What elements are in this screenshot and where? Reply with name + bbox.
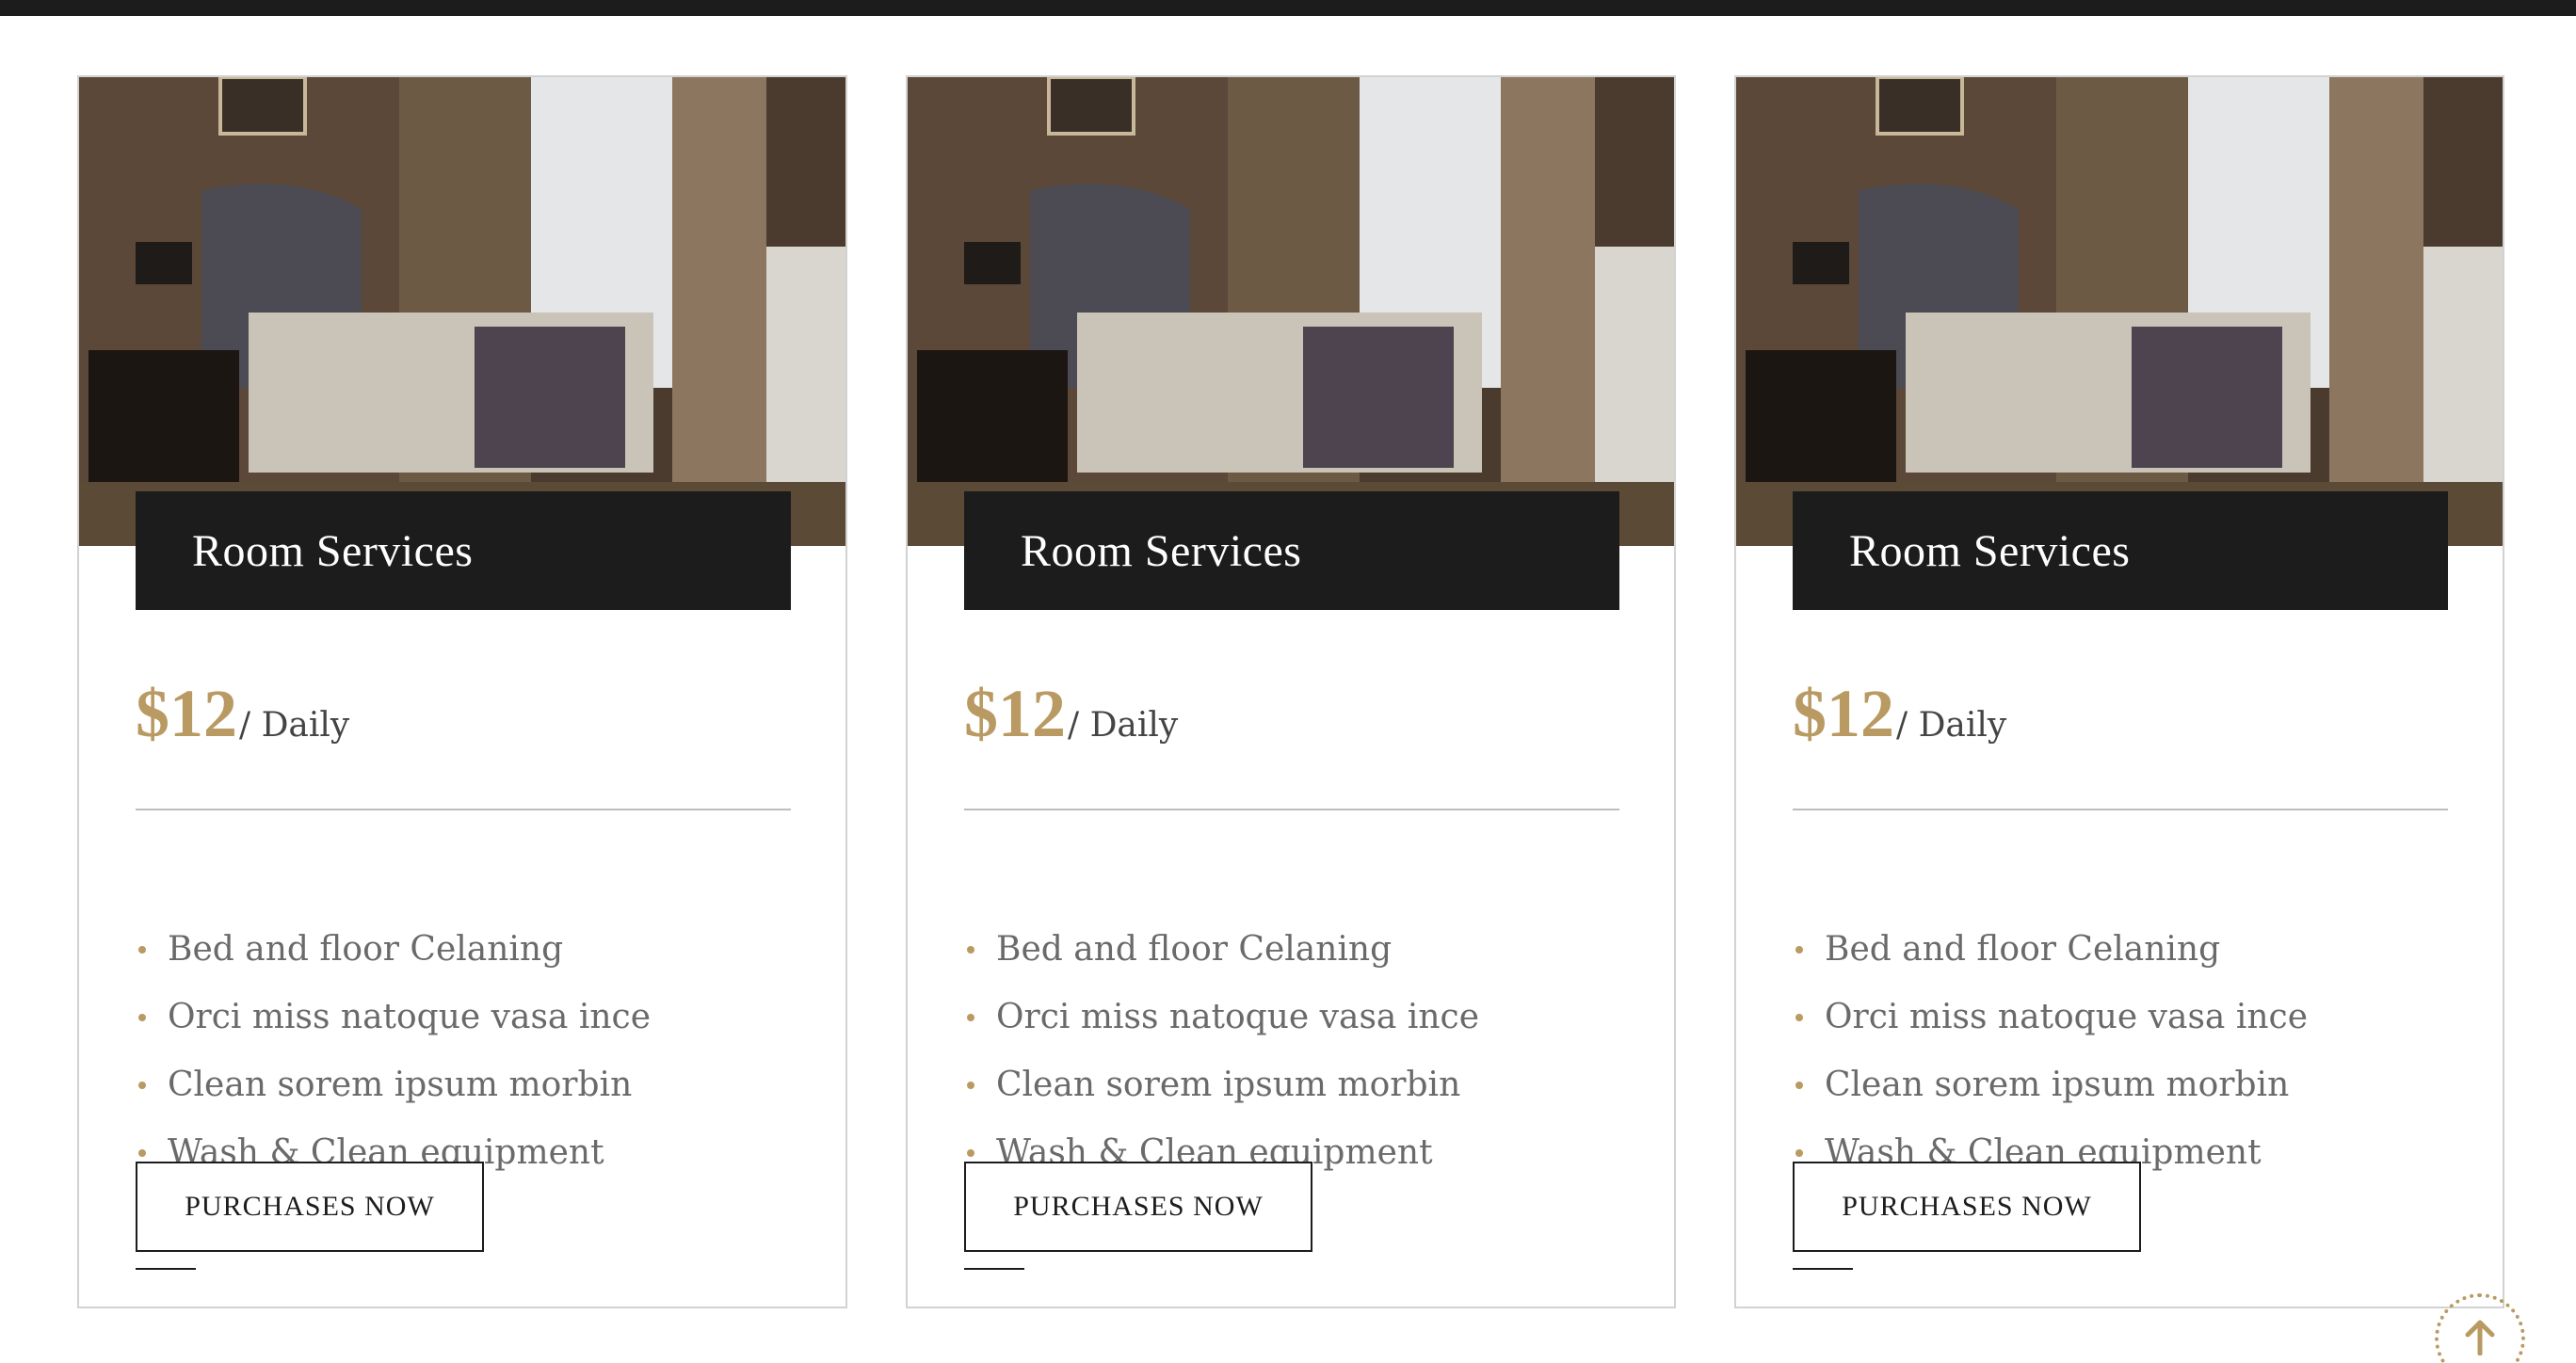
price-period: / Daily: [239, 706, 350, 745]
purchase-button[interactable]: PURCHASES NOW: [136, 1162, 484, 1252]
bullet-icon: [1795, 946, 1803, 954]
price-period: / Daily: [1896, 706, 2007, 745]
pricing-card: Room Services $12 / Daily Bed and floor …: [1734, 75, 2504, 1308]
list-item: Orci miss natoque vasa ince: [136, 983, 651, 1050]
arrow-up-icon: [2465, 1320, 2495, 1355]
feature-text: Clean sorem ipsum morbin: [996, 1065, 1461, 1104]
bullet-icon: [967, 1082, 974, 1089]
card-title: Room Services: [1849, 525, 2131, 576]
button-underline: [136, 1268, 196, 1270]
price-period: / Daily: [1068, 706, 1179, 745]
pricing-card: Room Services $12 / Daily Bed and floor …: [77, 75, 847, 1308]
room-image: [79, 77, 845, 546]
list-item: Orci miss natoque vasa ince: [1793, 983, 2308, 1050]
feature-text: Bed and floor Celaning: [1825, 929, 2221, 969]
feature-text: Clean sorem ipsum morbin: [1825, 1065, 2290, 1104]
bullet-icon: [138, 946, 146, 954]
bullet-icon: [967, 1149, 974, 1157]
feature-text: Orci miss natoque vasa ince: [168, 997, 651, 1036]
bullet-icon: [967, 1014, 974, 1021]
bullet-icon: [1795, 1149, 1803, 1157]
card-title-banner: Room Services: [964, 491, 1619, 610]
price-amount: $12: [136, 676, 237, 751]
bullet-icon: [138, 1082, 146, 1089]
divider: [136, 809, 791, 810]
feature-list: Bed and floor Celaning Orci miss natoque…: [964, 915, 1479, 1186]
price-amount: $12: [964, 676, 1066, 751]
divider: [1793, 809, 2448, 810]
card-title: Room Services: [192, 525, 474, 576]
feature-text: Orci miss natoque vasa ince: [996, 997, 1479, 1036]
list-item: Clean sorem ipsum morbin: [1793, 1050, 2308, 1118]
card-title: Room Services: [1021, 525, 1302, 576]
feature-text: Bed and floor Celaning: [168, 929, 564, 969]
list-item: Bed and floor Celaning: [1793, 915, 2308, 983]
bullet-icon: [1795, 1082, 1803, 1089]
bullet-icon: [967, 946, 974, 954]
card-title-banner: Room Services: [136, 491, 791, 610]
divider: [964, 809, 1619, 810]
list-item: Orci miss natoque vasa ince: [964, 983, 1479, 1050]
bullet-icon: [138, 1149, 146, 1157]
list-item: Bed and floor Celaning: [136, 915, 651, 983]
list-item: Bed and floor Celaning: [964, 915, 1479, 983]
bullet-icon: [138, 1014, 146, 1021]
feature-text: Bed and floor Celaning: [996, 929, 1393, 969]
purchase-button[interactable]: PURCHASES NOW: [964, 1162, 1312, 1252]
feature-text: Orci miss natoque vasa ince: [1825, 997, 2308, 1036]
feature-text: Clean sorem ipsum morbin: [168, 1065, 633, 1104]
button-underline: [1793, 1268, 1853, 1270]
price-amount: $12: [1793, 676, 1894, 751]
list-item: Clean sorem ipsum morbin: [964, 1050, 1479, 1118]
price: $12 / Daily: [964, 680, 1178, 755]
room-image: [908, 77, 1674, 546]
button-underline: [964, 1268, 1024, 1270]
top-bar: [0, 0, 2576, 16]
card-title-banner: Room Services: [1793, 491, 2448, 610]
price: $12 / Daily: [1793, 680, 2006, 755]
purchase-button[interactable]: PURCHASES NOW: [1793, 1162, 2141, 1252]
price: $12 / Daily: [136, 680, 349, 755]
room-image: [1736, 77, 2503, 546]
list-item: Clean sorem ipsum morbin: [136, 1050, 651, 1118]
feature-list: Bed and floor Celaning Orci miss natoque…: [1793, 915, 2308, 1186]
bullet-icon: [1795, 1014, 1803, 1021]
feature-list: Bed and floor Celaning Orci miss natoque…: [136, 915, 651, 1186]
pricing-card: Room Services $12 / Daily Bed and floor …: [906, 75, 1676, 1308]
